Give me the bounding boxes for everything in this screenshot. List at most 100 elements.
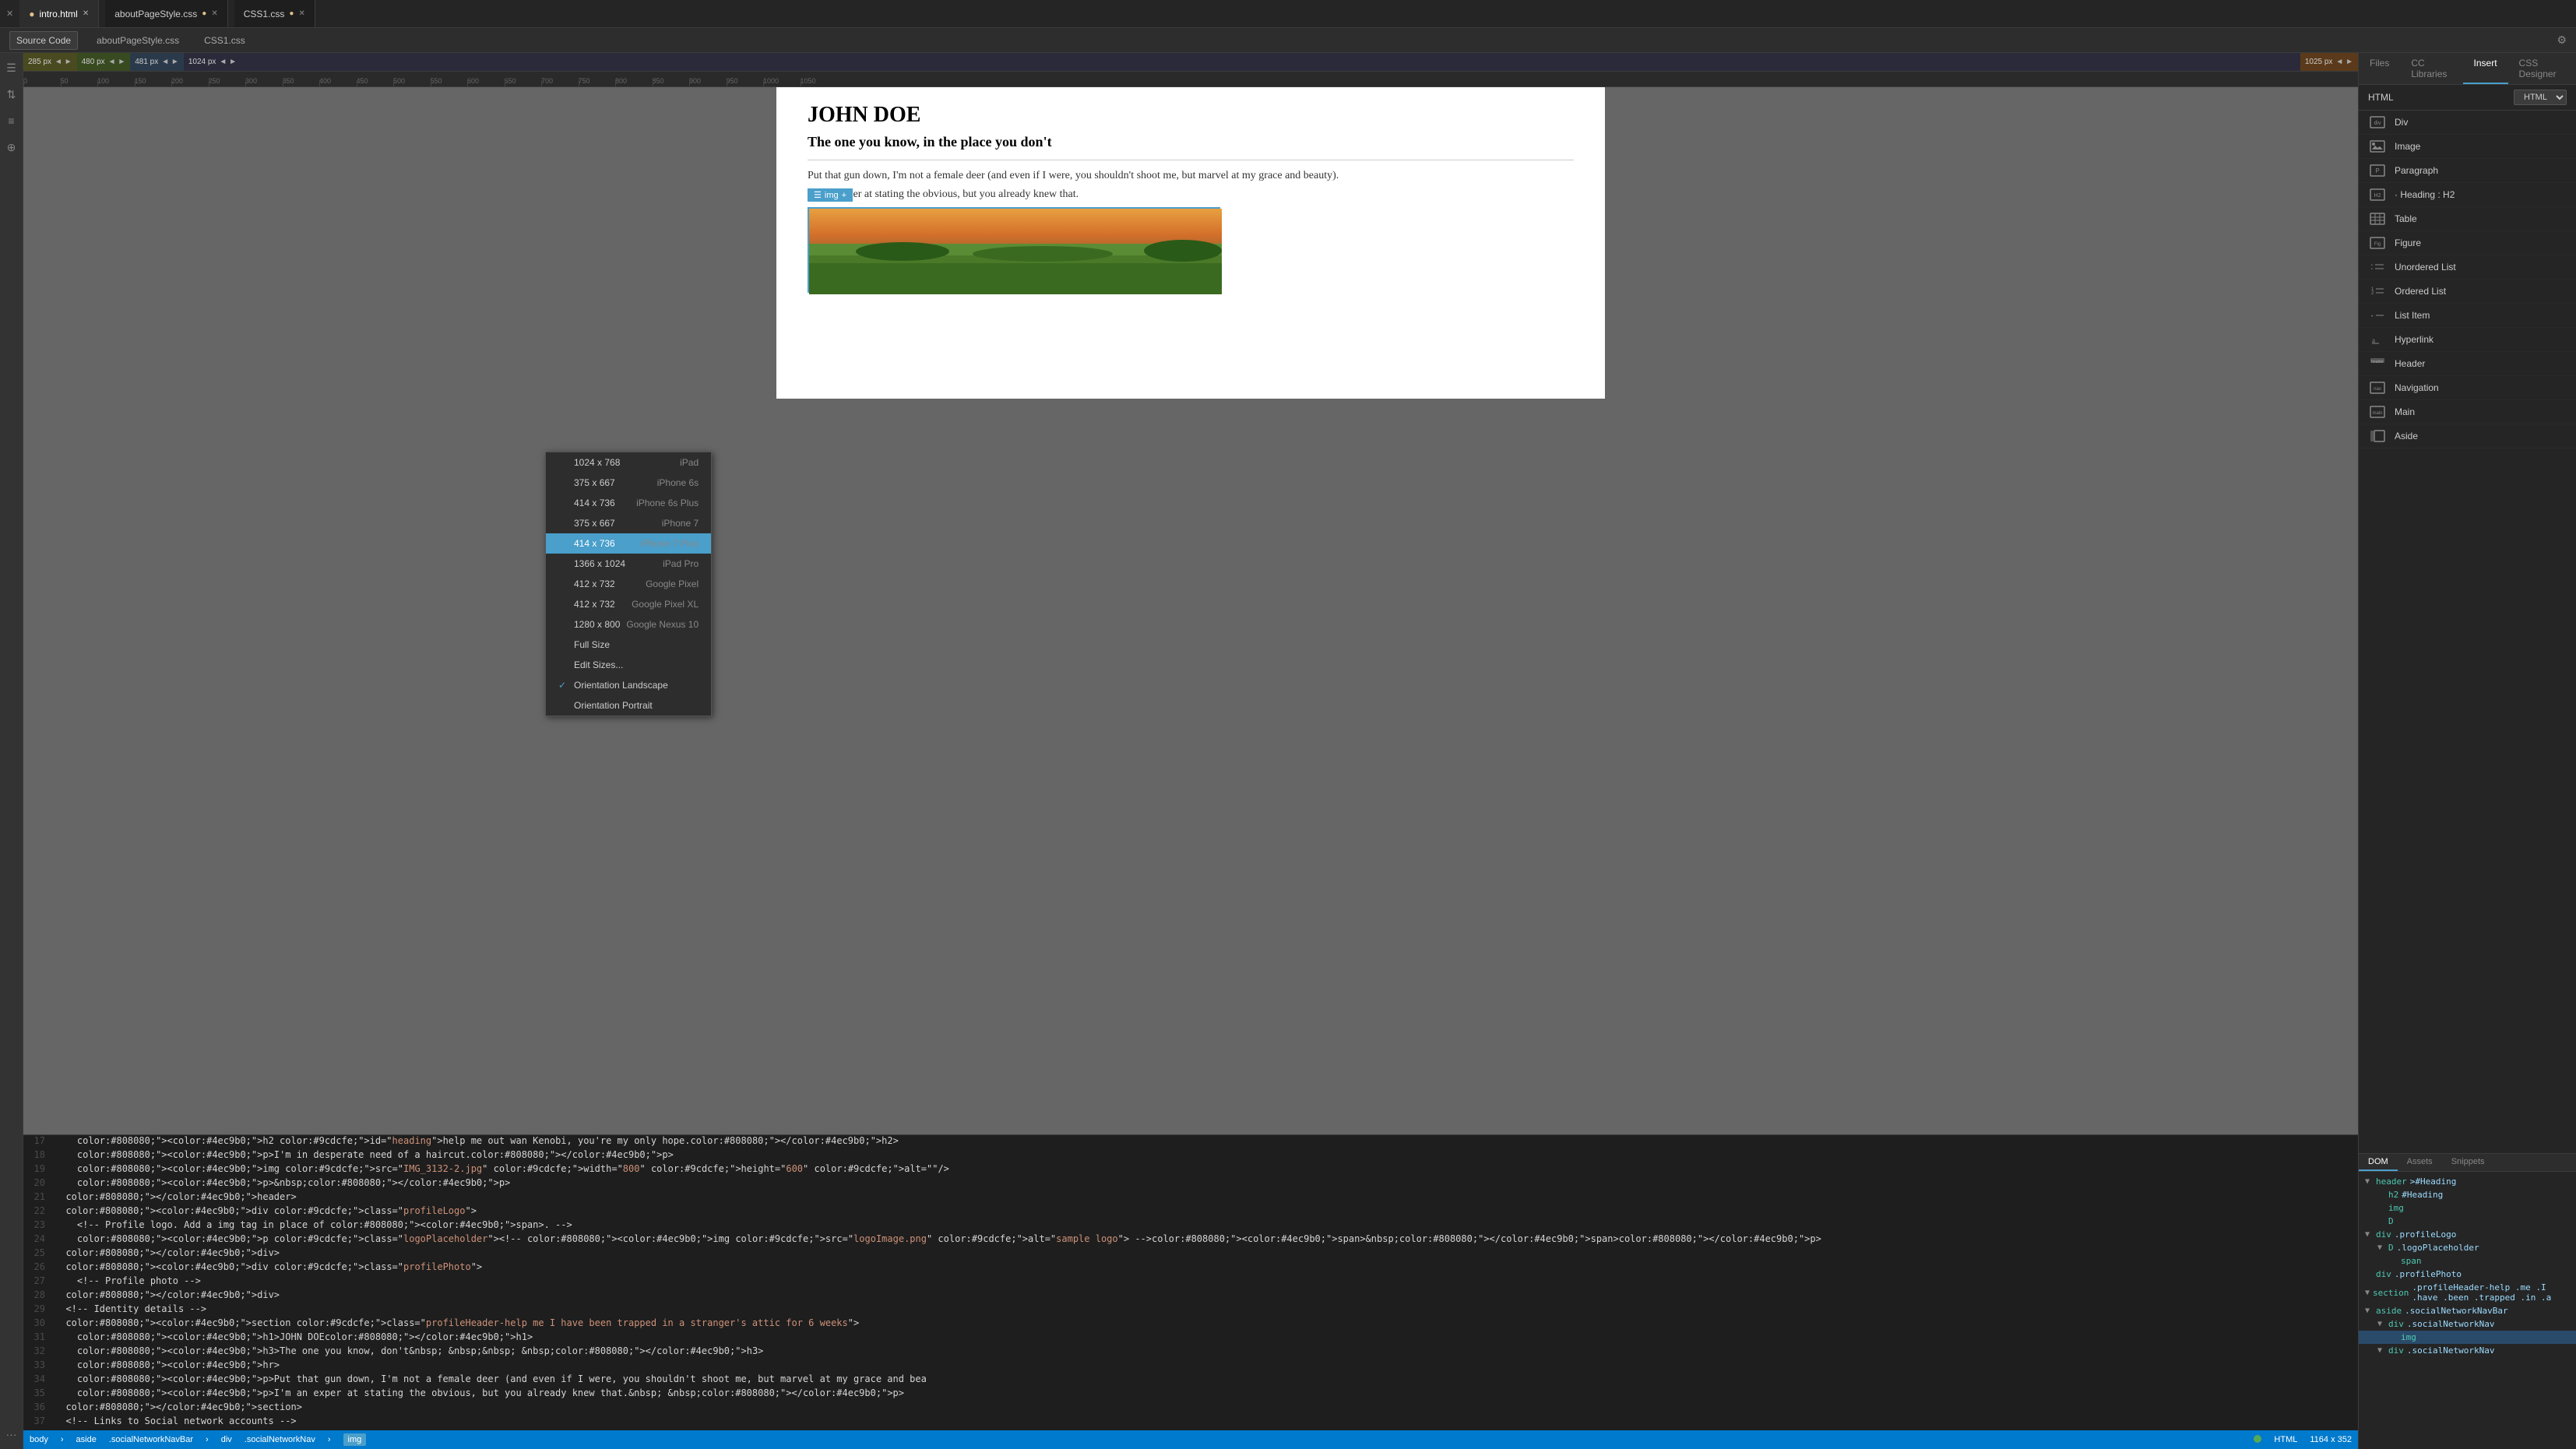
code-line-17[interactable]: 17 color:#808080;"><color:#4ec9b0;">h2 c… (23, 1135, 2358, 1149)
insert-item-div[interactable]: divDiv (2359, 111, 2576, 135)
dropdown-item-11[interactable]: ✓Orientation Landscape (546, 675, 711, 695)
dom-item-6[interactable]: span (2359, 1254, 2576, 1268)
tab-close-icon[interactable]: ✕ (83, 9, 89, 18)
sidebar-layers-icon[interactable]: ≡ (3, 112, 20, 129)
dom-item-12[interactable]: ▼div .socialNetworkNav (2359, 1344, 2576, 1357)
aboutpagestyle-button[interactable]: aboutPageStyle.css (90, 32, 185, 49)
bp-1025[interactable]: 1025 px ◄ ► (2300, 53, 2358, 71)
tab-css1-close[interactable]: ✕ (298, 9, 304, 18)
dropdown-item-4[interactable]: ✓414 x 736iPhone 7 Plus (546, 533, 711, 554)
dom-item-3[interactable]: D (2359, 1215, 2576, 1228)
code-line-36[interactable]: 36 color:#808080;"></color:#4ec9b0;">sec… (23, 1402, 2358, 1416)
filter-icon[interactable]: ⚙ (2557, 33, 2567, 47)
dom-item-8[interactable]: ▼section .profileHeader-help .me .I .hav… (2359, 1281, 2576, 1304)
code-line-34[interactable]: 34 color:#808080;"><color:#4ec9b0;">p>Pu… (23, 1373, 2358, 1387)
insert-item-table[interactable]: Table (2359, 207, 2576, 231)
status-class-socialnetworknavbar[interactable]: .socialNetworkNavBar (109, 1435, 193, 1444)
right-tab-cssdesigner[interactable]: CSS Designer (2508, 53, 2576, 84)
css1-button[interactable]: CSS1.css (198, 32, 252, 49)
tab-css1[interactable]: CSS1.css ● ✕ (234, 0, 315, 27)
dom-item-11[interactable]: img (2359, 1331, 2576, 1344)
code-line-28[interactable]: 28 color:#808080;"></color:#4ec9b0;">div… (23, 1289, 2358, 1303)
dom-item-7[interactable]: div .profilePhoto (2359, 1268, 2576, 1281)
code-line-21[interactable]: 21 color:#808080;"></color:#4ec9b0;">hea… (23, 1191, 2358, 1205)
code-line-27[interactable]: 27 <!-- Profile photo --> (23, 1275, 2358, 1289)
img-add-button[interactable]: + (842, 191, 846, 200)
dropdown-item-7[interactable]: 412 x 732Google Pixel XL (546, 594, 711, 614)
insert-item-heading[interactable]: H2· Heading : H2 (2359, 183, 2576, 207)
dom-item-4[interactable]: ▼div .profileLogo (2359, 1228, 2576, 1241)
status-tag-div[interactable]: div (221, 1435, 232, 1444)
dom-item-5[interactable]: ▼D .logoPlaceholder (2359, 1241, 2576, 1254)
sidebar-more-icon[interactable]: ··· (3, 1426, 20, 1443)
status-class-socialnetworknav[interactable]: .socialNetworkNav (245, 1435, 315, 1444)
code-line-35[interactable]: 35 color:#808080;"><color:#4ec9b0;">p>I'… (23, 1387, 2358, 1402)
dropdown-item-12[interactable]: Orientation Portrait (546, 695, 711, 716)
dropdown-item-6[interactable]: 412 x 732Google Pixel (546, 574, 711, 594)
code-line-24[interactable]: 24 color:#808080;"><color:#4ec9b0;">p co… (23, 1233, 2358, 1247)
dom-item-1[interactable]: h2 #Heading (2359, 1188, 2576, 1201)
dom-item-9[interactable]: ▼aside .socialNetworkNavBar (2359, 1304, 2576, 1317)
code-line-32[interactable]: 32 color:#808080;"><color:#4ec9b0;">h3>T… (23, 1345, 2358, 1359)
code-line-29[interactable]: 29 <!-- Identity details --> (23, 1303, 2358, 1317)
sidebar-arrow-icon[interactable]: ⇅ (3, 86, 20, 103)
window-close-icon[interactable]: ✕ (6, 9, 13, 19)
insert-item-aside[interactable]: Aside (2359, 424, 2576, 448)
insert-item-li[interactable]: •List Item (2359, 304, 2576, 328)
dom-tab-dom[interactable]: DOM (2359, 1154, 2398, 1171)
code-line-25[interactable]: 25 color:#808080;"></color:#4ec9b0;">div… (23, 1247, 2358, 1261)
dropdown-item-3[interactable]: 375 x 667iPhone 7 (546, 513, 711, 533)
bp-480[interactable]: 480 px ◄ ► (77, 53, 131, 71)
tab-aboutpagestyle[interactable]: aboutPageStyle.css ● ✕ (105, 0, 228, 27)
insert-item-ol[interactable]: 12Ordered List (2359, 280, 2576, 304)
bp-1024[interactable]: 1024 px ◄ ► (184, 53, 2300, 71)
tab-intro-html[interactable]: ● intro.html ✕ (19, 0, 99, 27)
dom-tab-snippets[interactable]: Snippets (2442, 1154, 2494, 1171)
code-line-30[interactable]: 30 color:#808080;"><color:#4ec9b0;">sect… (23, 1317, 2358, 1331)
dropdown-item-10[interactable]: Edit Sizes... (546, 655, 711, 675)
img-container[interactable]: ☰ img + (808, 207, 1220, 293)
insert-item-hyperlink[interactable]: aHyperlink (2359, 328, 2576, 352)
code-line-18[interactable]: 18 color:#808080;"><color:#4ec9b0;">p>I'… (23, 1149, 2358, 1163)
insert-item-paragraph[interactable]: PParagraph (2359, 159, 2576, 183)
insert-item-navigation[interactable]: navNavigation (2359, 376, 2576, 400)
dom-tab-assets[interactable]: Assets (2398, 1154, 2442, 1171)
right-tab-files[interactable]: Files (2359, 53, 2400, 84)
sidebar-pin-icon[interactable]: ⊕ (3, 139, 20, 156)
status-tag-aside[interactable]: aside (76, 1435, 97, 1444)
sidebar-file-icon[interactable]: ☰ (3, 59, 20, 76)
right-tab-insert[interactable]: Insert (2463, 53, 2508, 84)
dropdown-item-8[interactable]: 1280 x 800Google Nexus 10 (546, 614, 711, 635)
status-tag-img[interactable]: img (343, 1433, 367, 1446)
code-editor[interactable]: 17 color:#808080;"><color:#4ec9b0;">h2 c… (23, 1134, 2358, 1430)
dropdown-item-2[interactable]: 414 x 736iPhone 6s Plus (546, 493, 711, 513)
insert-item-figure[interactable]: FigFigure (2359, 231, 2576, 255)
dropdown-item-0[interactable]: 1024 x 768iPad (546, 452, 711, 473)
tab-about-close[interactable]: ✕ (211, 9, 217, 18)
code-line-33[interactable]: 33 color:#808080;"><color:#4ec9b0;">hr> (23, 1359, 2358, 1373)
dom-item-2[interactable]: img (2359, 1201, 2576, 1215)
code-line-19[interactable]: 19 color:#808080;"><color:#4ec9b0;">img … (23, 1163, 2358, 1177)
source-code-button[interactable]: Source Code (9, 31, 78, 50)
dropdown-item-1[interactable]: 375 x 667iPhone 6s (546, 473, 711, 493)
code-line-20[interactable]: 20 color:#808080;"><color:#4ec9b0;">p>&n… (23, 1177, 2358, 1191)
bp-481[interactable]: 481 px ◄ ► (130, 53, 184, 71)
insert-item-header[interactable]: headerHeader (2359, 352, 2576, 376)
right-tab-cclibs[interactable]: CC Libraries (2400, 53, 2462, 84)
design-view[interactable]: JOHN DOE The one you know, in the place … (23, 87, 2358, 1134)
dom-item-0[interactable]: ▼header >#Heading (2359, 1175, 2576, 1188)
dom-item-10[interactable]: ▼div .socialNetworkNav (2359, 1317, 2576, 1331)
bp-285[interactable]: 285 px ◄ ► (23, 53, 77, 71)
dropdown-item-9[interactable]: Full Size (546, 635, 711, 655)
code-line-37[interactable]: 37 <!-- Links to Social network accounts… (23, 1416, 2358, 1430)
insert-item-ul[interactable]: ••Unordered List (2359, 255, 2576, 280)
code-line-26[interactable]: 26 color:#808080;"><color:#4ec9b0;">div … (23, 1261, 2358, 1275)
code-line-22[interactable]: 22 color:#808080;"><color:#4ec9b0;">div … (23, 1205, 2358, 1219)
code-line-23[interactable]: 23 <!-- Profile logo. Add a img tag in p… (23, 1219, 2358, 1233)
status-tag-body[interactable]: body (30, 1435, 48, 1444)
insert-item-main[interactable]: mainMain (2359, 400, 2576, 424)
insert-item-image[interactable]: Image (2359, 135, 2576, 159)
html-type-select[interactable]: HTML (2514, 90, 2567, 105)
code-line-31[interactable]: 31 color:#808080;"><color:#4ec9b0;">h1>J… (23, 1331, 2358, 1345)
dropdown-item-5[interactable]: 1366 x 1024iPad Pro (546, 554, 711, 574)
